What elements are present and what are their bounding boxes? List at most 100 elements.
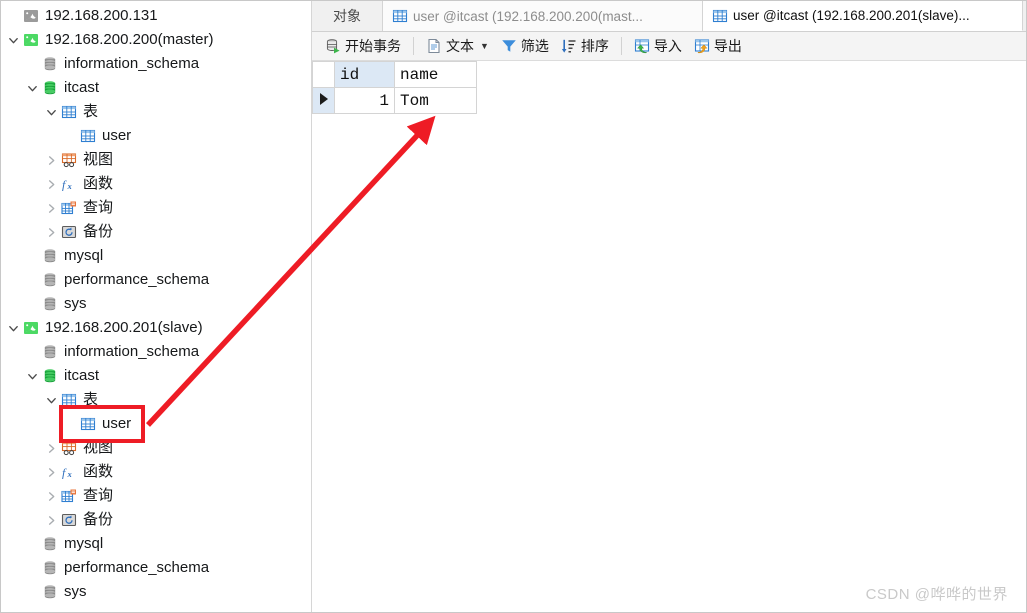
data-toolbar[interactable]: 开始事务 文本 ▼ 筛选 排序 导入 导出: [312, 32, 1026, 61]
toolbar-separator: [620, 37, 622, 55]
functions-folder-icon: fx: [59, 462, 79, 482]
toolbar-separator: [413, 37, 414, 55]
toolbar-button-begin-transaction[interactable]: 开始事务: [319, 35, 407, 58]
svg-text:f: f: [62, 177, 67, 191]
toolbar-button-text[interactable]: 文本 ▼: [420, 35, 495, 58]
chevron-down-icon[interactable]: [24, 364, 40, 388]
tree-node-192.168.200.131[interactable]: 192.168.200.131: [1, 4, 311, 28]
document-tab-1[interactable]: user @itcast (192.168.200.200(mast...: [383, 1, 703, 31]
tree-node-label: itcast: [64, 79, 100, 96]
connection-tree[interactable]: 192.168.200.131 192.168.200.200(master) in…: [1, 1, 311, 604]
queries-folder-icon: [59, 198, 79, 218]
toolbar-button-label: 开始事务: [345, 37, 401, 54]
tree-node-performance_schema[interactable]: performance_schema: [1, 556, 311, 580]
chevron-right-icon[interactable]: [43, 484, 59, 508]
chevron-down-icon[interactable]: [24, 76, 40, 100]
tree-node-user[interactable]: user: [1, 412, 311, 436]
tree-node-label: 备份: [83, 223, 114, 240]
tree-node-label: 函数: [83, 463, 114, 480]
tab-strip[interactable]: 对象 user @itcast (192.168.200.200(mast...…: [312, 1, 1026, 32]
tree-node-[interactable]: 视图: [1, 148, 311, 172]
tree-node-[interactable]: 备份: [1, 220, 311, 244]
tree-node-label: 查询: [83, 487, 114, 504]
chevron-down-icon[interactable]: [43, 388, 59, 412]
toolbar-button-sort[interactable]: 排序: [555, 35, 615, 58]
grid-corner-cell[interactable]: [312, 61, 335, 88]
chevron-down-icon[interactable]: ▼: [480, 41, 489, 51]
chevron-right-icon[interactable]: [43, 460, 59, 484]
tree-node-sys[interactable]: sys: [1, 580, 311, 604]
backups-folder-icon: [59, 510, 79, 530]
tree-node-performance_schema[interactable]: performance_schema: [1, 268, 311, 292]
chevron-right-icon[interactable]: [43, 172, 59, 196]
tree-node-label: user: [102, 415, 132, 432]
toolbar-button-export[interactable]: 导出: [688, 35, 748, 58]
tree-node-192.168.200.200master[interactable]: 192.168.200.200(master): [1, 28, 311, 52]
tab-objects[interactable]: 对象: [312, 1, 383, 31]
chevron-right-icon[interactable]: [43, 508, 59, 532]
tree-node-information_schema[interactable]: information_schema: [1, 340, 311, 364]
tree-node-[interactable]: 查询: [1, 484, 311, 508]
database-icon: [40, 558, 60, 578]
toolbar-button-label: 排序: [580, 37, 609, 54]
tree-node-[interactable]: 查询: [1, 196, 311, 220]
chevron-right-icon[interactable]: [43, 196, 59, 220]
tree-node-label: 视图: [83, 151, 114, 168]
tree-node-[interactable]: 视图: [1, 436, 311, 460]
tree-node-192.168.200.201slave[interactable]: 192.168.200.201(slave): [1, 316, 311, 340]
tree-node-label: performance_schema: [64, 271, 210, 288]
result-grid-area[interactable]: id name 1 Tom: [312, 61, 1026, 612]
tree-node-information_schema[interactable]: information_schema: [1, 52, 311, 76]
document-tab-2[interactable]: user @itcast (192.168.200.201(slave)...: [703, 1, 1023, 31]
tree-node-label: information_schema: [64, 55, 200, 72]
chevron-down-icon[interactable]: [43, 100, 59, 124]
tree-node-sys[interactable]: sys: [1, 292, 311, 316]
tree-node-mysql[interactable]: mysql: [1, 532, 311, 556]
chevron-right-icon[interactable]: [43, 148, 59, 172]
result-grid[interactable]: id name 1 Tom: [312, 61, 477, 114]
tree-node-[interactable]: 表: [1, 388, 311, 412]
grid-column-header-id[interactable]: id: [334, 61, 395, 88]
toolbar-button-import[interactable]: 导入: [628, 35, 688, 58]
current-row-triangle-icon: [319, 92, 328, 105]
mysql-connection-icon: [21, 318, 41, 338]
tree-node-label: 192.168.200.131: [45, 7, 158, 24]
grid-cell-name[interactable]: Tom: [394, 87, 477, 114]
chevron-down-icon[interactable]: [5, 28, 21, 52]
sidebar-panel: 192.168.200.131 192.168.200.200(master) in…: [1, 1, 311, 612]
toolbar-button-label: 导出: [713, 37, 742, 54]
grid-column-header-name[interactable]: name: [394, 61, 477, 88]
tree-node-label: 备份: [83, 511, 114, 528]
tree-node-itcast[interactable]: itcast: [1, 364, 311, 388]
database-icon: [40, 342, 60, 362]
svg-text:f: f: [62, 465, 67, 479]
svg-text:x: x: [67, 181, 73, 191]
tree-node-[interactable]: f x 函数: [1, 172, 311, 196]
tree-node-[interactable]: 表: [1, 100, 311, 124]
grid-body[interactable]: 1 Tom: [312, 87, 477, 114]
queries-folder-icon: [59, 486, 79, 506]
grid-cell-id[interactable]: 1: [334, 87, 395, 114]
chevron-down-icon[interactable]: [5, 316, 21, 340]
table-icon: [712, 8, 728, 24]
chevron-right-icon[interactable]: [43, 220, 59, 244]
toolbar-button-filter[interactable]: 筛选: [495, 35, 555, 58]
tree-node-[interactable]: f x 函数: [1, 460, 311, 484]
tree-node-[interactable]: 备份: [1, 508, 311, 532]
tree-node-label: mysql: [64, 247, 104, 264]
chevron-right-icon[interactable]: [43, 436, 59, 460]
tree-node-label: 表: [83, 391, 99, 408]
tables-folder-icon: [59, 390, 79, 410]
tree-node-label: sys: [64, 583, 87, 600]
row-current-marker[interactable]: [312, 87, 335, 114]
tree-node-mysql[interactable]: mysql: [1, 244, 311, 268]
tree-node-user[interactable]: user: [1, 124, 311, 148]
text-icon: [426, 38, 442, 54]
table-row[interactable]: 1 Tom: [312, 87, 477, 114]
tree-node-itcast[interactable]: itcast: [1, 76, 311, 100]
views-folder-icon: [59, 438, 79, 458]
